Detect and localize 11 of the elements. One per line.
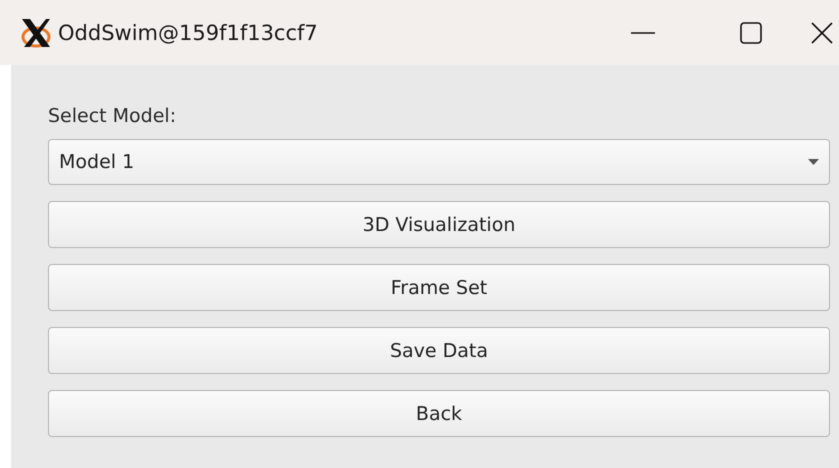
minimize-icon[interactable] (631, 30, 655, 34)
model-dropdown[interactable]: Model 1 (48, 139, 830, 185)
action-button[interactable]: Frame Set (48, 264, 830, 311)
close-icon[interactable] (811, 22, 833, 44)
maximize-icon[interactable] (740, 22, 762, 44)
action-button[interactable]: 3D Visualization (48, 201, 830, 248)
action-button[interactable]: Back (48, 390, 830, 437)
caret-icon (808, 159, 819, 165)
select-model-label: Select Model: (48, 105, 176, 127)
window-title: OddSwim@159f1f13ccf7 (58, 20, 318, 44)
action-button[interactable]: Save Data (48, 327, 830, 374)
